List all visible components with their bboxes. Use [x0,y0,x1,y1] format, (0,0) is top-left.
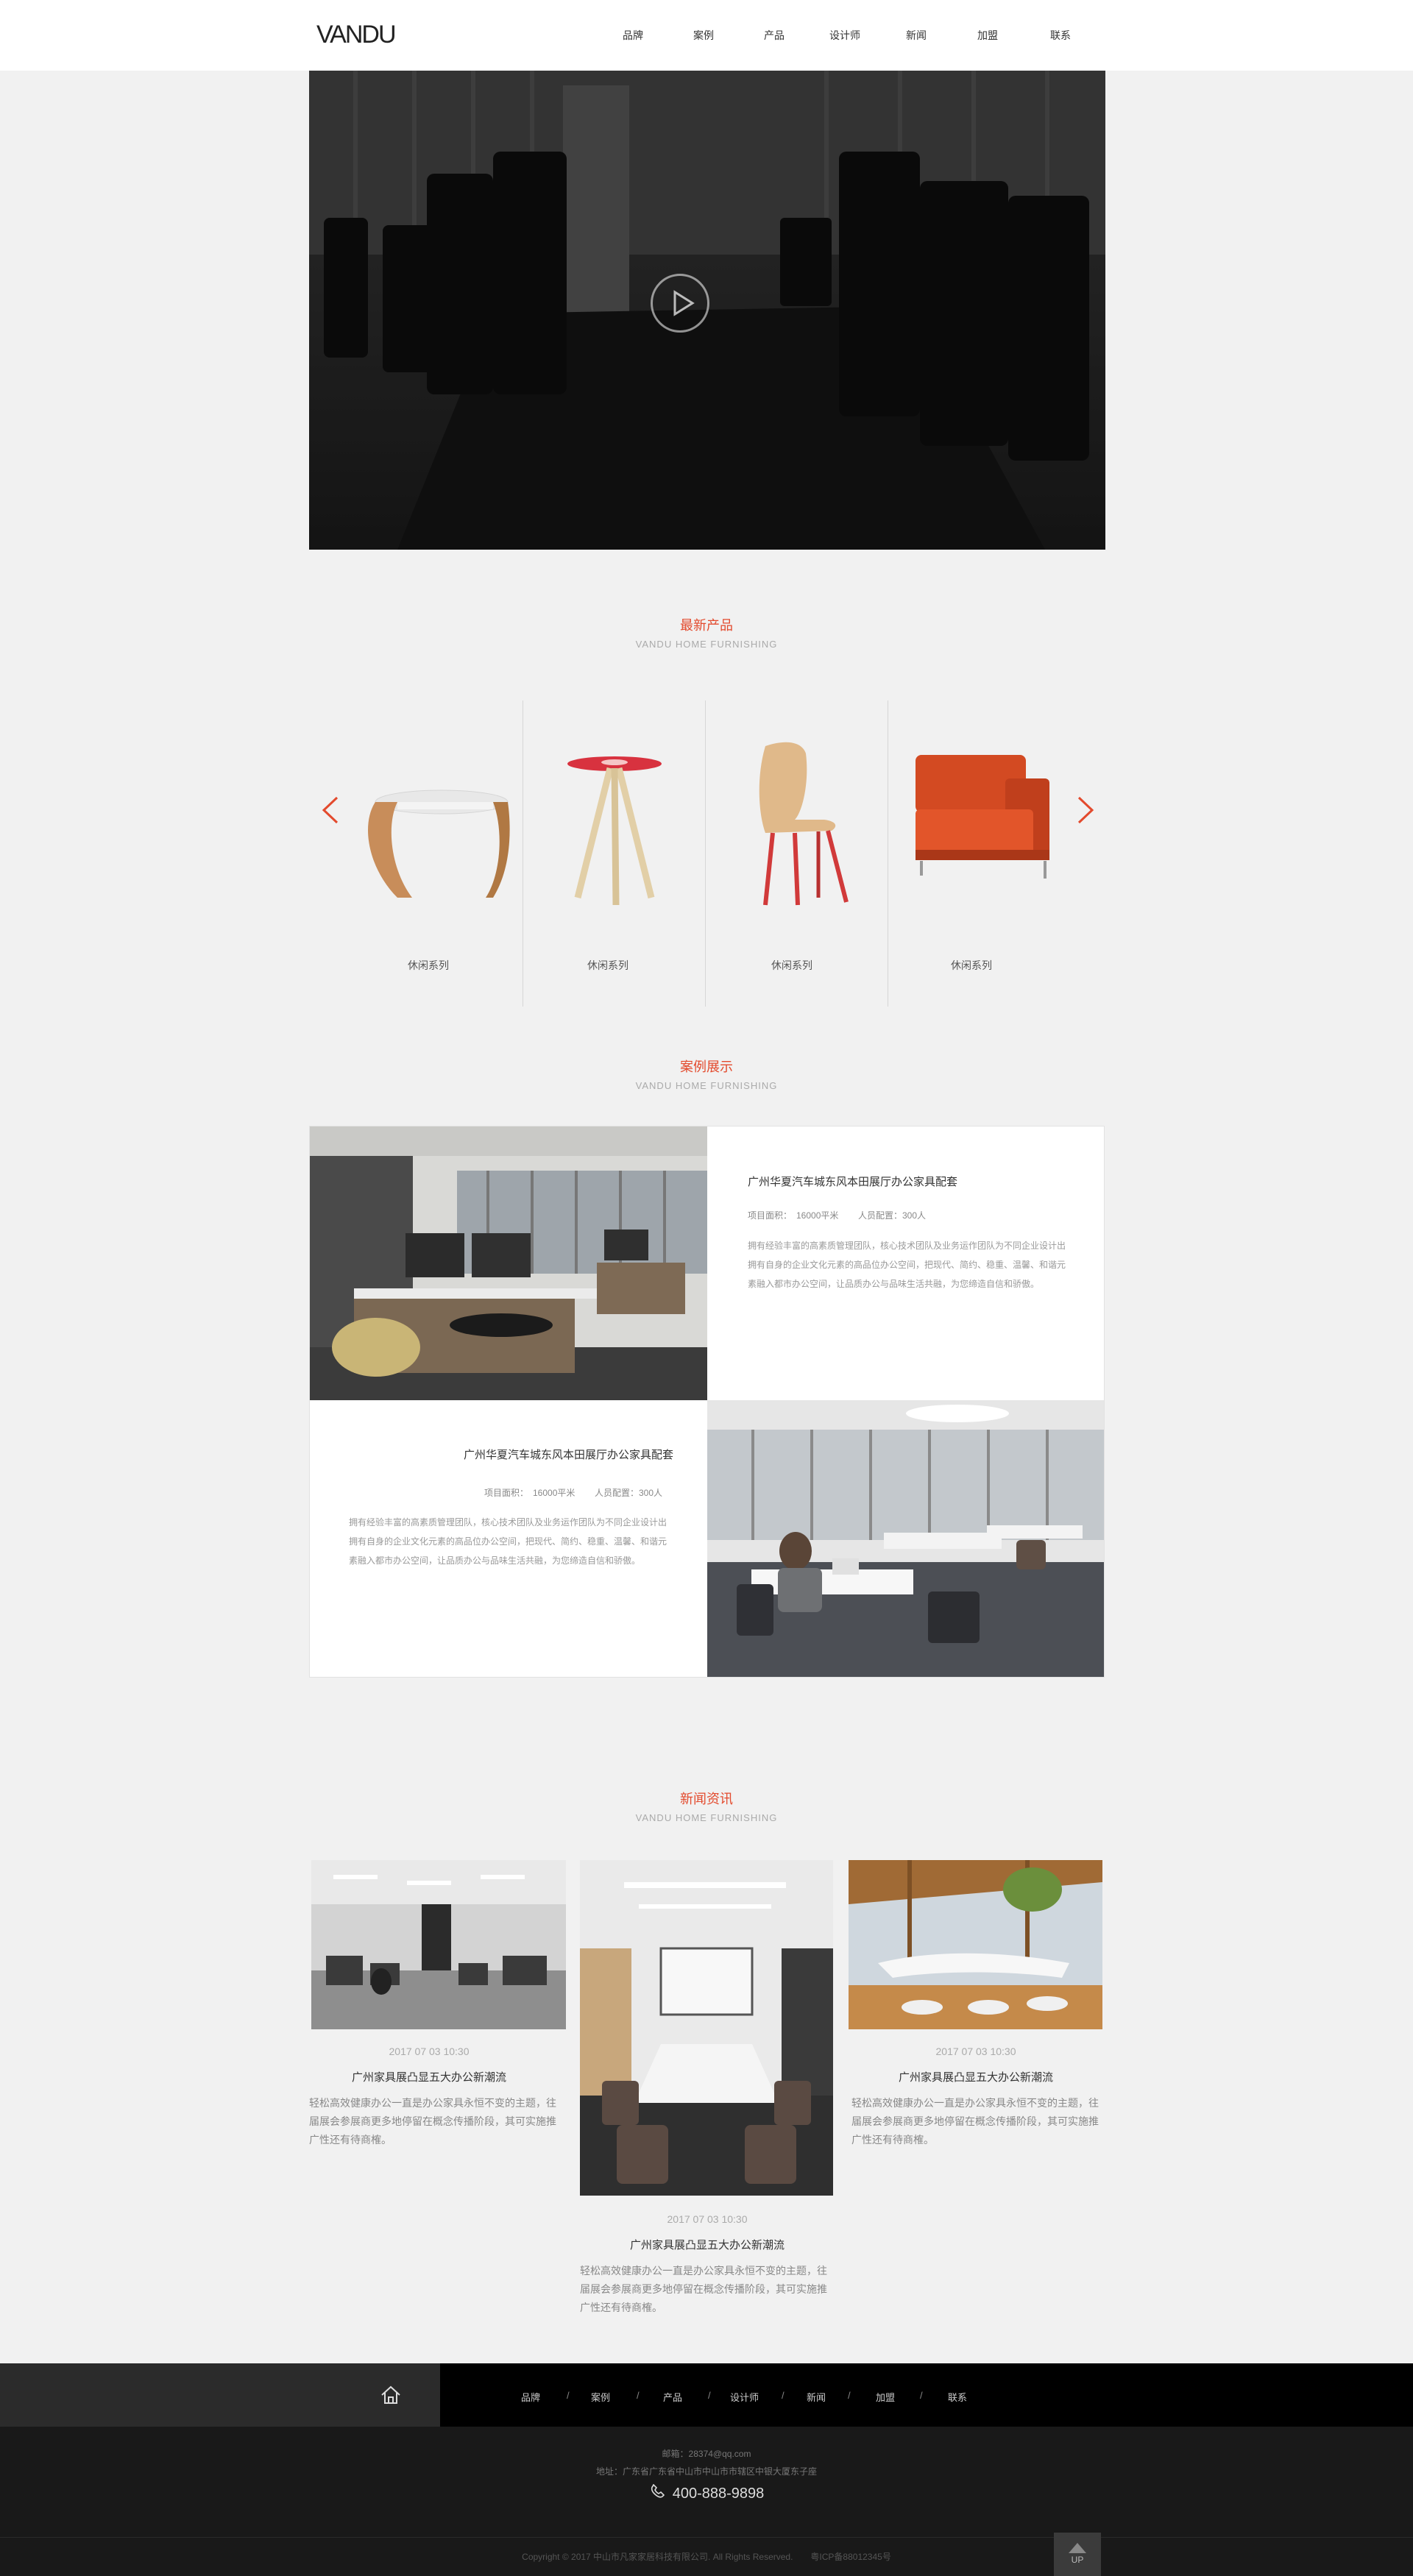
home-icon [381,2385,400,2404]
case-people: 人员配置：300人 [858,1210,927,1221]
footer-email: 邮箱：28374@qq.com [662,2449,751,2459]
play-icon [673,290,695,316]
site-header: VANDU 品牌 案例 产品 设计师 新闻 加盟 联系 [0,0,1413,71]
footer-divider [0,2537,1413,2538]
home-button[interactable] [0,2363,440,2427]
case-image-cafeteria[interactable] [707,1400,1104,1677]
case-area: 项目面积： 16000平米 [484,1488,576,1498]
nav-item-brand[interactable]: 品牌 [611,28,655,43]
news-title[interactable]: 广州家具展凸显五大办公新潮流 [302,2069,556,2084]
news-date: 2017 07 03 10:30 [667,2213,748,2225]
cases-subtitle: VANDU HOME FURNISHING [635,1080,778,1091]
news-date: 2017 07 03 10:30 [389,2045,470,2057]
next-arrow-icon[interactable] [1072,793,1101,827]
nav-item-contact[interactable]: 联系 [1038,28,1083,43]
case-desc: 拥有经验丰富的高素质管理团队，核心技术团队及业务运作团队为不同企业设计出拥有自身… [349,1517,667,1566]
back-to-top-button[interactable]: UP [1054,2533,1101,2576]
footer-nav-item[interactable]: 产品 [663,2390,682,2404]
footer-nav-separator: / [782,2390,785,2401]
footer-nav-item[interactable]: 设计师 [730,2390,759,2404]
product-caption[interactable]: 休闲系列 [339,958,518,973]
nav-item-news[interactable]: 新闻 [894,28,938,43]
nav-item-cases[interactable]: 案例 [681,28,726,43]
product-caption[interactable]: 休闲系列 [882,958,1061,973]
back-to-top-label: UP [1071,2555,1084,2565]
footer-nav-item[interactable]: 新闻 [807,2390,826,2404]
product-image-side-table[interactable] [346,758,515,905]
product-caption[interactable]: 休闲系列 [702,958,882,973]
case-area: 项目面积： 16000平米 [748,1210,839,1221]
product-image-stool[interactable] [556,751,673,912]
footer-nav-separator: / [637,2390,640,2401]
news-image-lounge[interactable] [849,1860,1102,2029]
arrow-up-icon [1069,2543,1086,2553]
product-caption[interactable]: 休闲系列 [518,958,698,973]
case-people: 人员配置：300人 [595,1488,663,1498]
site-logo[interactable]: VANDU [316,21,396,49]
news-date: 2017 07 03 10:30 [935,2045,1016,2057]
news-desc: 轻松高效健康办公一直是办公家具永恒不变的主题，往届展会参展商更多地停留在概念传播… [309,2097,556,2146]
case-desc: 拥有经验丰富的高素质管理团队，核心技术团队及业务运作团队为不同企业设计出拥有自身… [748,1241,1066,1289]
footer-nav: 品牌 / 案例 / 产品 / 设计师 / 新闻 / 加盟 / 联系 [0,2363,1413,2427]
products-subtitle: VANDU HOME FURNISHING [635,639,778,650]
footer-address: 地址：广东省广东省中山市中山市市辖区中银大厦东子座 [595,2466,817,2477]
nav-item-designers[interactable]: 设计师 [823,28,867,43]
footer-nav-item[interactable]: 加盟 [876,2390,895,2404]
play-button[interactable] [651,274,709,333]
news-title[interactable]: 广州家具展凸显五大办公新潮流 [580,2237,835,2252]
case-image-office[interactable] [310,1126,707,1400]
case-title[interactable]: 广州华夏汽车城东风本田展厅办公家具配套 [748,1174,957,1189]
products-title: 最新产品 [680,618,733,633]
hero-video[interactable] [309,71,1105,550]
news-desc: 轻松高效健康办公一直是办公家具永恒不变的主题，往届展会参展商更多地停留在概念传播… [851,2097,1099,2146]
footer-nav-item[interactable]: 联系 [948,2390,967,2404]
cases-title: 案例展示 [680,1060,733,1074]
phone-icon [651,2483,665,2498]
news-desc: 轻松高效健康办公一直是办公家具永恒不变的主题，往届展会参展商更多地停留在概念传播… [580,2265,827,2313]
nav-item-products[interactable]: 产品 [752,28,796,43]
footer-nav-separator: / [920,2390,923,2401]
copyright: Copyright © 2017 中山市凡家家居科技有限公司. All Righ… [522,2552,891,2562]
product-image-chair[interactable] [736,739,854,908]
news-image-open-office[interactable] [311,1860,566,2029]
case-title[interactable]: 广州华夏汽车城东风本田展厅办公家具配套 [464,1447,673,1462]
prev-arrow-icon[interactable] [315,793,344,827]
news-subtitle: VANDU HOME FURNISHING [635,1812,778,1823]
news-title: 新闻资讯 [680,1792,733,1806]
footer-phone: 400-888-9898 [0,2483,1413,2502]
footer-nav-separator: / [708,2390,711,2401]
footer-nav-item[interactable]: 案例 [591,2390,610,2404]
product-image-armchair[interactable] [910,751,1057,898]
news-title[interactable]: 广州家具展凸显五大办公新潮流 [849,2069,1103,2084]
news-image-meeting-room[interactable] [580,1860,833,2196]
footer-nav-separator: / [567,2390,570,2401]
nav-item-join[interactable]: 加盟 [966,28,1010,43]
footer-nav-separator: / [848,2390,851,2401]
phone-number[interactable]: 400-888-9898 [673,2485,765,2502]
footer-nav-item[interactable]: 品牌 [521,2390,540,2404]
